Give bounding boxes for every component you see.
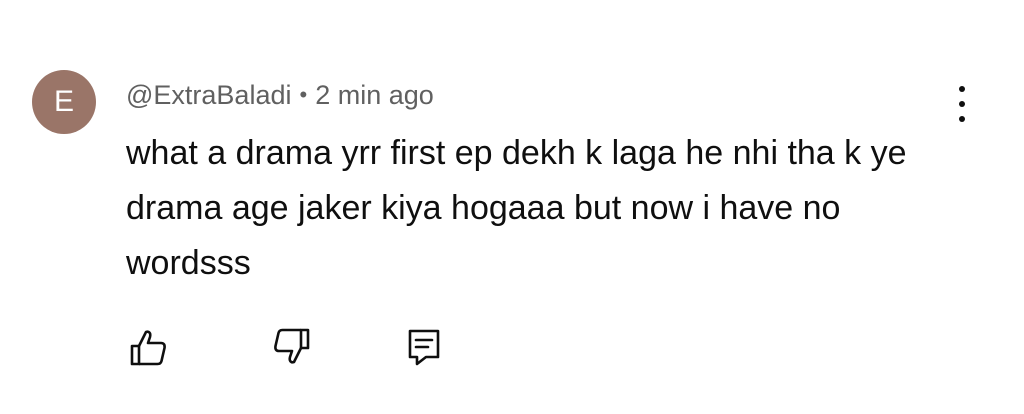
like-button[interactable]	[126, 322, 170, 372]
more-vertical-icon-dot	[959, 101, 965, 107]
comment-item: E @ExtraBaladi • 2 min ago what a drama …	[0, 0, 1024, 414]
comment-text: what a drama yrr first ep dekh k laga he…	[126, 134, 907, 282]
reply-button[interactable]	[402, 322, 446, 372]
author-name[interactable]: @ExtraBaladi	[126, 80, 291, 111]
avatar-letter: E	[53, 85, 74, 118]
avatar[interactable]: E	[32, 70, 96, 134]
thumbs-down-icon	[274, 328, 310, 364]
comment-header: @ExtraBaladi • 2 min ago	[126, 78, 434, 112]
reply-icon	[408, 329, 440, 366]
thumbs-up-icon	[130, 330, 166, 366]
more-options-button[interactable]	[944, 84, 980, 124]
more-vertical-icon-dot	[959, 116, 965, 122]
more-vertical-icon	[959, 86, 965, 92]
separator-dot: •	[299, 82, 308, 107]
comment-time: 2 min ago	[315, 79, 434, 110]
dislike-button[interactable]	[270, 322, 314, 372]
